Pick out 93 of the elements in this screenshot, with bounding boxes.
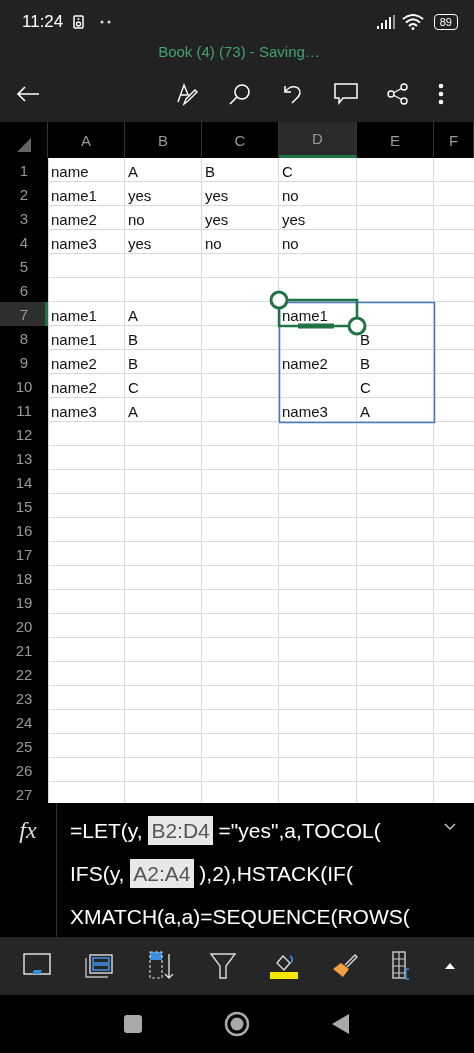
table-columns-icon[interactable]: [391, 951, 412, 981]
cell-text: no: [128, 212, 145, 228]
cell-text: name2: [51, 380, 97, 396]
cell-text: name1: [51, 332, 97, 348]
cell-text: B: [205, 164, 215, 180]
row-header[interactable]: 5: [0, 254, 48, 278]
status-time: 11:24: [22, 12, 64, 32]
format-brush-icon[interactable]: [331, 953, 360, 979]
cell-text: C: [128, 380, 139, 396]
column-header[interactable]: F: [434, 122, 474, 158]
row-header[interactable]: 19: [0, 590, 48, 614]
row-header[interactable]: 12: [0, 422, 48, 446]
select-all-icon[interactable]: [16, 138, 31, 152]
row-header[interactable]: 24: [0, 710, 48, 734]
column-header[interactable]: E: [357, 122, 434, 158]
search-icon[interactable]: [228, 82, 252, 106]
cell-text: name3: [282, 404, 328, 420]
comment-icon[interactable]: [334, 83, 358, 105]
cell-text: name1: [282, 308, 328, 324]
cell-text: name1: [51, 308, 97, 324]
cell-text: name2: [51, 356, 97, 372]
cell-text: C: [282, 164, 293, 180]
expand-up-icon[interactable]: [443, 962, 456, 970]
cell-text: C: [360, 380, 371, 396]
row-header[interactable]: 16: [0, 518, 48, 542]
selection-handle[interactable]: [347, 316, 367, 336]
cell-text: B: [360, 356, 370, 372]
notification-dots-icon: [100, 20, 113, 24]
row-header[interactable]: 6: [0, 278, 48, 302]
signal-icon: [375, 15, 396, 29]
cell-text: name: [51, 164, 89, 180]
battery-indicator: 89: [433, 14, 458, 30]
more-options-icon[interactable]: [438, 83, 444, 105]
row-header[interactable]: 13: [0, 446, 48, 470]
cell-text: name3: [51, 404, 97, 420]
row-header[interactable]: 10: [0, 374, 48, 398]
row-header[interactable]: 23: [0, 686, 48, 710]
document-title: Book (4) (73) - Saving…: [0, 44, 474, 66]
column-header[interactable]: B: [125, 122, 202, 158]
row-header[interactable]: 22: [0, 662, 48, 686]
cell-text: B: [128, 332, 138, 348]
row-header[interactable]: 3: [0, 206, 48, 230]
row-header[interactable]: 18: [0, 566, 48, 590]
cell-text: A: [128, 164, 138, 180]
row-header[interactable]: 21: [0, 638, 48, 662]
cell-text: yes: [205, 188, 229, 204]
back-arrow-icon[interactable]: [16, 85, 40, 103]
cell-text: name1: [51, 188, 97, 204]
row-header[interactable]: 20: [0, 614, 48, 638]
home-icon[interactable]: [224, 1011, 250, 1037]
filter-icon[interactable]: [208, 952, 237, 980]
speaker-icon: [73, 15, 85, 29]
cell-text: yes: [282, 212, 306, 228]
row-header[interactable]: 4: [0, 230, 48, 254]
share-icon[interactable]: [387, 83, 409, 105]
row-header[interactable]: 25: [0, 734, 48, 758]
cell-text: no: [282, 236, 299, 252]
formula-line: XMATCH(a,a)=SEQUENCE(ROWS(: [70, 904, 410, 930]
row-header[interactable]: 17: [0, 542, 48, 566]
cell-text: yes: [128, 188, 152, 204]
row-header[interactable]: 8: [0, 326, 48, 350]
formula-line: IFS(y, A2:A4 ),2),HSTACK(IF(: [70, 852, 410, 895]
column-header[interactable]: D: [279, 122, 357, 158]
selection-handle[interactable]: [269, 290, 289, 310]
cell-text: name2: [51, 212, 97, 228]
back-icon[interactable]: [332, 1014, 350, 1034]
cell-text: no: [282, 188, 299, 204]
row-header[interactable]: 7: [0, 302, 48, 326]
row-header[interactable]: 15: [0, 494, 48, 518]
cell-text: yes: [205, 212, 229, 228]
wifi-icon: [401, 14, 424, 30]
draw-pen-icon[interactable]: [175, 82, 199, 106]
cell-text: A: [128, 404, 138, 420]
row-header[interactable]: 27: [0, 782, 48, 803]
cell-text: B: [128, 356, 138, 372]
cell-text: B: [360, 332, 370, 348]
cell-text: name2: [282, 356, 328, 372]
cell-text: name3: [51, 236, 97, 252]
row-header[interactable]: 11: [0, 398, 48, 422]
column-header[interactable]: A: [48, 122, 125, 158]
cell-text: yes: [128, 236, 152, 252]
expand-chevron-icon[interactable]: [444, 823, 456, 831]
row-header[interactable]: 9: [0, 350, 48, 374]
formula-line: =LET(y, B2:D4 ="yes",a,TOCOL(: [70, 809, 410, 852]
row-header[interactable]: 14: [0, 470, 48, 494]
cell-text: A: [360, 404, 370, 420]
column-header[interactable]: C: [202, 122, 279, 158]
stacked-cards-icon[interactable]: [84, 953, 115, 979]
row-header[interactable]: 26: [0, 758, 48, 782]
row-header[interactable]: 2: [0, 182, 48, 206]
cell-text: no: [205, 236, 222, 252]
row-header[interactable]: 1: [0, 158, 48, 182]
cell-text: A: [128, 308, 138, 324]
